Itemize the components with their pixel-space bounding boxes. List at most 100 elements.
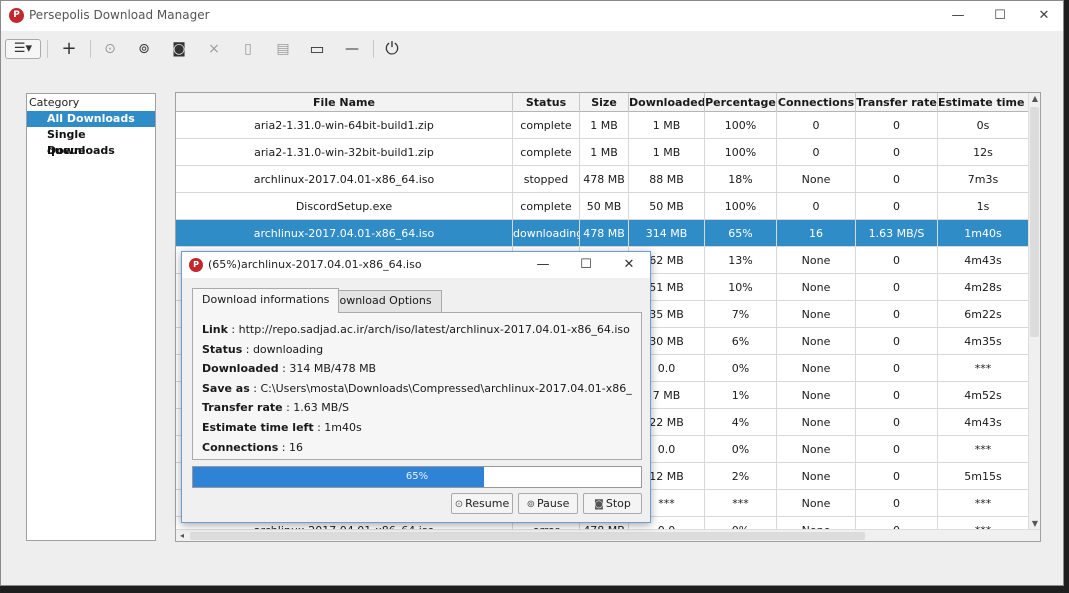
info-separator: : <box>242 342 253 356</box>
cell-connections: 0 <box>777 139 856 166</box>
column-header-downloaded[interactable]: Downloaded <box>629 93 705 112</box>
info-label: Save as <box>202 381 250 395</box>
dialog-close-button[interactable]: ✕ <box>618 254 640 276</box>
cell-file-name: aria2-1.31.0-win-32bit-build1.zip <box>176 139 513 166</box>
cell-file-name: archlinux-2017.04.01-x86_64.iso <box>176 220 513 247</box>
cell-percentage: 100% <box>705 139 777 166</box>
table-row[interactable]: DiscordSetup.exe complete 50 MB 50 MB 100% 0 0… <box>176 193 1029 220</box>
minimize-window-button[interactable]: — <box>947 5 969 27</box>
cell-estimate-time: *** <box>938 490 1029 517</box>
column-header-file-name[interactable]: File Name <box>176 93 513 112</box>
info-line: Status : downloading <box>202 340 632 360</box>
close-window-button[interactable]: ✕ <box>1033 5 1055 27</box>
cell-percentage: 6% <box>705 328 777 355</box>
info-value: 314 MB/478 MB <box>289 362 377 376</box>
window-title: Persepolis Download Manager <box>29 8 210 22</box>
toolbar: ☰▾ + ⊙ ⊚ ◙ × ▯ ▤ ▭ — ⏻ <box>1 31 1063 67</box>
info-separator: : <box>278 362 290 376</box>
properties-icon[interactable]: ▤ <box>270 37 296 61</box>
info-separator: : <box>227 323 239 336</box>
cell-percentage: 0% <box>705 355 777 382</box>
pause-icon: ⊚ <box>526 499 536 510</box>
power-icon[interactable]: ⏻ <box>379 37 405 61</box>
cell-percentage: 7% <box>705 301 777 328</box>
stop-label: Stop <box>605 497 631 510</box>
resume-button[interactable]: ⊙ Resume <box>451 493 513 514</box>
table-row[interactable]: aria2-1.31.0-win-64bit-build1.zip complet… <box>176 112 1029 139</box>
scroll-up-icon[interactable]: ▲ <box>1029 93 1040 105</box>
column-header-connections[interactable]: Connections <box>777 93 856 112</box>
minimize-to-tray-icon[interactable]: — <box>339 37 365 61</box>
dialog-maximize-button[interactable]: ☐ <box>575 254 597 276</box>
cell-size: 50 MB <box>580 193 629 220</box>
pause-icon[interactable]: ⊚ <box>131 37 157 61</box>
cell-connections: None <box>777 382 856 409</box>
cell-transfer-rate: 0 <box>856 328 938 355</box>
delete-file-icon[interactable]: ▯ <box>235 37 261 61</box>
cell-estimate-time: 0s <box>938 112 1029 139</box>
cell-estimate-time: 6m22s <box>938 301 1029 328</box>
column-header-estimate-time[interactable]: Estimate time le <box>938 93 1029 112</box>
vertical-scroll-thumb[interactable] <box>1030 107 1039 337</box>
cell-percentage: 4% <box>705 409 777 436</box>
stop-button[interactable]: ◙ Stop <box>583 493 642 514</box>
table-row[interactable]: aria2-1.31.0-win-32bit-build1.zip complet… <box>176 139 1029 166</box>
pause-button[interactable]: ⊚ Pause <box>518 493 578 514</box>
cell-connections: None <box>777 490 856 517</box>
resume-label: Resume <box>465 497 510 510</box>
maximize-window-button[interactable]: ☐ <box>989 5 1011 27</box>
dialog-minimize-button[interactable]: — <box>532 254 554 276</box>
cell-estimate-time: 4m43s <box>938 409 1029 436</box>
cell-percentage: 100% <box>705 193 777 220</box>
info-line: Estimate time left : 1m40s <box>202 418 632 438</box>
column-header-percentage[interactable]: Percentage <box>705 93 777 112</box>
column-header-transfer-rate[interactable]: Transfer rate <box>856 93 938 112</box>
tab-download-informations[interactable]: Download informations <box>192 288 340 313</box>
resume-icon[interactable]: ⊙ <box>97 37 123 61</box>
remove-icon[interactable]: × <box>201 37 227 61</box>
stop-icon: ◙ <box>594 499 604 510</box>
column-header-size[interactable]: Size <box>580 93 629 112</box>
cell-percentage: 2% <box>705 463 777 490</box>
cell-percentage: 65% <box>705 220 777 247</box>
menu-icon[interactable]: ☰▾ <box>5 39 41 59</box>
info-value: 1m40s <box>324 420 362 434</box>
horizontal-scrollbar[interactable]: ◂ <box>176 529 1040 541</box>
cell-percentage: 13% <box>705 247 777 274</box>
info-label: Connections <box>202 440 279 454</box>
category-single-downloads[interactable]: Single Downloads <box>27 127 155 157</box>
cell-size: 1 MB <box>580 112 629 139</box>
cell-status: complete <box>513 193 580 220</box>
pause-label: Pause <box>537 497 570 510</box>
info-label: Link <box>202 323 228 336</box>
category-header: Category <box>29 96 80 109</box>
cell-percentage: 1% <box>705 382 777 409</box>
toolbar-divider <box>47 40 48 58</box>
cell-connections: 0 <box>777 112 856 139</box>
cell-file-name: archlinux-2017.04.01-x86_64.iso <box>176 166 513 193</box>
table-row[interactable]: archlinux-2017.04.01-x86_64.iso downloadi… <box>176 220 1029 247</box>
scroll-left-icon[interactable]: ◂ <box>176 530 188 541</box>
cell-transfer-rate: 0 <box>856 112 938 139</box>
cell-transfer-rate: 0 <box>856 166 938 193</box>
progress-window-icon[interactable]: ▭ <box>304 37 330 61</box>
cell-downloaded: 50 MB <box>629 193 705 220</box>
cell-estimate-time: *** <box>938 436 1029 463</box>
column-header-status[interactable]: Status <box>513 93 580 112</box>
stop-icon[interactable]: ◙ <box>166 37 192 61</box>
cell-file-name: aria2-1.31.0-win-64bit-build1.zip <box>176 112 513 139</box>
vertical-scrollbar[interactable]: ▲ ▼ <box>1028 93 1040 530</box>
cell-estimate-time: 12s <box>938 139 1029 166</box>
info-separator: : <box>313 420 325 434</box>
cell-transfer-rate: 0 <box>856 193 938 220</box>
add-link-icon[interactable]: + <box>56 37 82 61</box>
cell-estimate-time: 4m52s <box>938 382 1029 409</box>
cell-transfer-rate: 0 <box>856 490 938 517</box>
table-header: File Name Status Size Downloaded Percentage C… <box>176 93 1029 112</box>
download-progress-bar: 65% <box>192 466 642 488</box>
cell-connections: None <box>777 274 856 301</box>
table-row[interactable]: archlinux-2017.04.01-x86_64.iso stopped 47… <box>176 166 1029 193</box>
horizontal-scroll-thumb[interactable] <box>190 532 865 540</box>
cell-size: 478 MB <box>580 220 629 247</box>
category-all-downloads[interactable]: All Downloads <box>27 111 155 127</box>
